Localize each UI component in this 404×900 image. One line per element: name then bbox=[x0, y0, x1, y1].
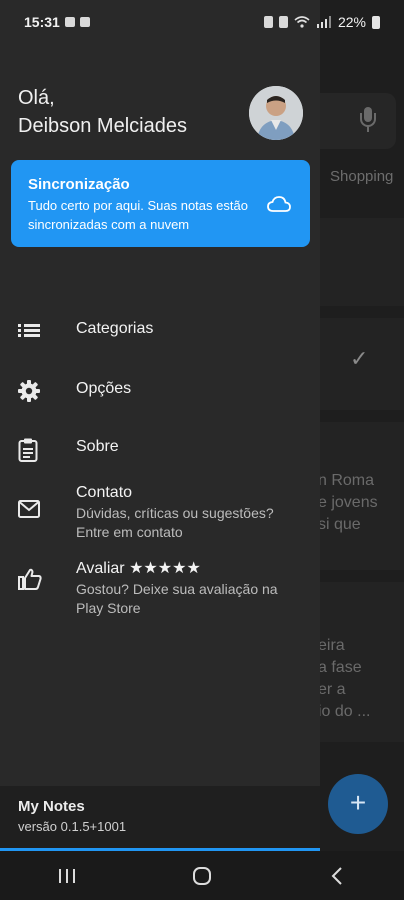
note-snippet: a fase bbox=[318, 659, 362, 676]
note-snippet: e jovens bbox=[318, 494, 378, 511]
note-snippet: si que bbox=[318, 516, 361, 533]
list-icon bbox=[18, 324, 40, 337]
notification-icon bbox=[64, 17, 75, 27]
add-note-button[interactable]: + bbox=[328, 774, 388, 834]
lock-icon bbox=[263, 16, 273, 28]
sync-text: Tudo certo por aqui. Suas notas estão si… bbox=[28, 198, 248, 232]
menu-label: Avaliar ★★★★★ bbox=[76, 560, 201, 577]
menu-item-contato[interactable]: Contato Dúvidas, críticas ou sugestões? … bbox=[0, 484, 320, 542]
check-icon: ✓ bbox=[350, 346, 369, 371]
home-button[interactable] bbox=[182, 861, 222, 891]
menu-item-sobre[interactable]: Sobre bbox=[0, 438, 320, 467]
gear-icon bbox=[18, 380, 40, 402]
greeting-line-1: Olá, bbox=[18, 87, 55, 109]
back-button[interactable] bbox=[317, 861, 357, 891]
clipboard-icon bbox=[18, 438, 38, 462]
note-snippet: eira bbox=[318, 637, 345, 654]
sync-card[interactable]: Sincronização Tudo certo por aqui. Suas … bbox=[11, 160, 310, 247]
battery-percent: 22% bbox=[337, 14, 366, 30]
avatar[interactable] bbox=[249, 86, 303, 140]
note-snippet: n Roma bbox=[318, 472, 375, 489]
app-name: My Notes bbox=[18, 798, 85, 815]
signal-icon bbox=[316, 16, 331, 28]
image-icon bbox=[79, 17, 90, 27]
menu-item-categorias[interactable]: Categorias bbox=[0, 320, 320, 345]
menu-subtitle: Gostou? Deixe sua avaliação na Play Stor… bbox=[76, 581, 278, 616]
recent-apps-icon bbox=[59, 868, 76, 883]
menu-label: Sobre bbox=[76, 438, 119, 455]
cloud-icon bbox=[267, 196, 291, 212]
battery-icon bbox=[372, 15, 380, 29]
greeting: Olá, Deibson Melciades bbox=[18, 84, 187, 140]
mic-icon[interactable] bbox=[360, 107, 376, 135]
menu-item-opcoes[interactable]: Opções bbox=[0, 380, 320, 407]
menu-item-avaliar[interactable]: Avaliar ★★★★★ Gostou? Deixe sua avaliaçã… bbox=[0, 558, 320, 618]
note-card[interactable] bbox=[318, 218, 404, 306]
thumbs-up-icon bbox=[18, 568, 42, 590]
sync-title: Sincronização bbox=[28, 176, 130, 193]
system-nav-bar bbox=[0, 851, 404, 900]
navigation-drawer: Olá, Deibson Melciades Sincronização Tud… bbox=[0, 0, 320, 850]
menu-label: Contato bbox=[76, 484, 133, 501]
wifi-icon bbox=[294, 16, 310, 28]
status-bar: 15:31 22% bbox=[0, 0, 404, 44]
user-name: Deibson Melciades bbox=[18, 115, 187, 137]
app-version: versão 0.1.5+1001 bbox=[18, 819, 127, 834]
mail-icon bbox=[18, 500, 40, 518]
recent-apps-button[interactable] bbox=[47, 861, 87, 891]
home-icon bbox=[192, 866, 211, 885]
menu-subtitle: Dúvidas, críticas ou sugestões? Entre em… bbox=[76, 505, 274, 540]
menu-label: Categorias bbox=[76, 320, 154, 337]
chip-shopping[interactable]: Shopping bbox=[330, 168, 393, 185]
menu-label: Opções bbox=[76, 380, 132, 397]
back-icon bbox=[331, 866, 342, 885]
status-time: 15:31 bbox=[24, 14, 60, 30]
note-snippet: er a bbox=[318, 681, 346, 698]
note-snippet: io do ... bbox=[318, 703, 371, 720]
drawer-footer: My Notes versão 0.1.5+1001 bbox=[0, 786, 320, 848]
alarm-icon bbox=[278, 16, 288, 28]
